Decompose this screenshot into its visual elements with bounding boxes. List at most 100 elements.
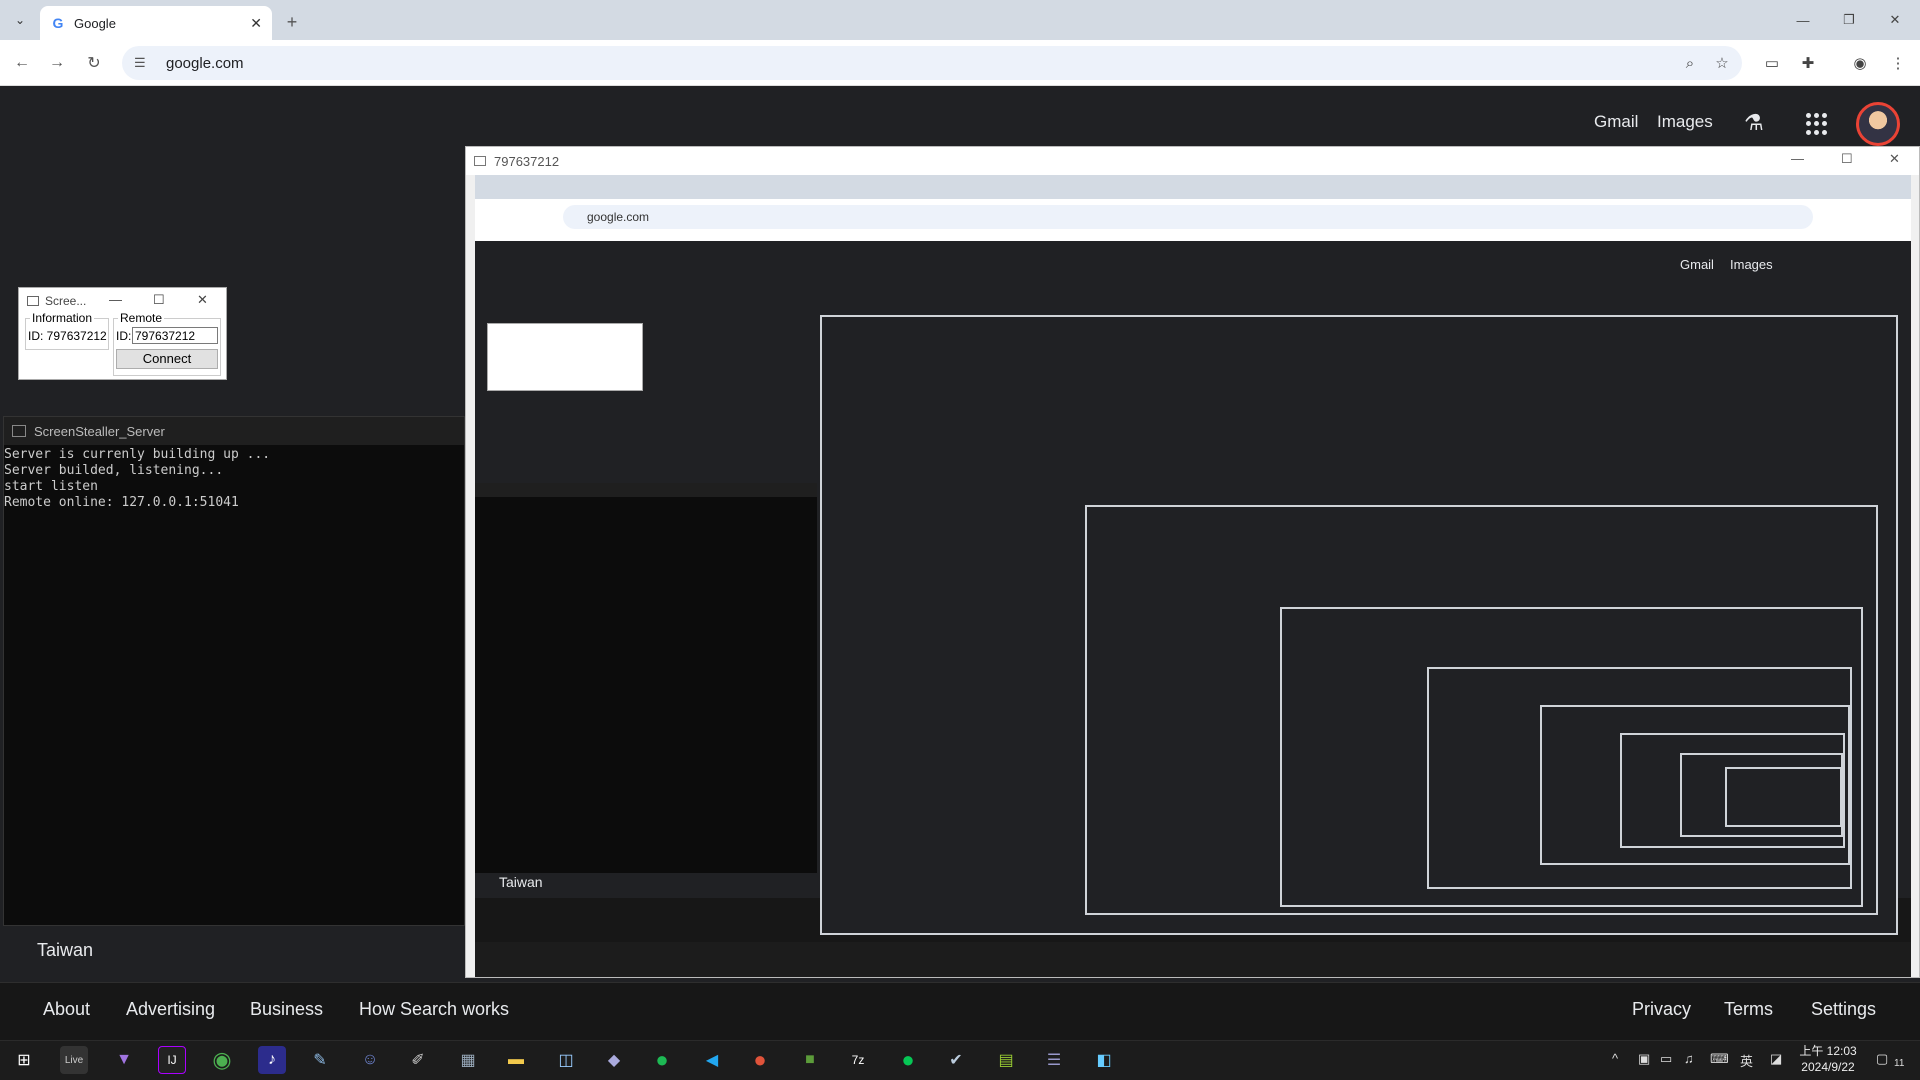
steam-icon[interactable]: ✔ [942,1046,970,1074]
music-icon[interactable]: ♪ [258,1046,286,1074]
new-tab-button[interactable]: + [280,10,304,34]
notepad-plus-icon[interactable]: ▤ [992,1046,1020,1074]
remote-screen-capture[interactable]: google.com Gmail Images Taiwan [475,175,1911,977]
address-bar[interactable]: ☰ google.com [122,46,1742,80]
cast-icon[interactable]: ▭ [1760,51,1784,75]
information-id: ID: 797637212 [28,329,107,343]
notification-center-icon[interactable]: ▢ [1876,1051,1888,1067]
images-link[interactable]: Images [1657,112,1713,132]
labs-flask-icon[interactable]: ⚗ [1744,110,1764,136]
ime-mode-icon[interactable]: ◪ [1770,1051,1782,1067]
vmware-icon[interactable]: ☰ [1040,1046,1068,1074]
keyboard-icon[interactable]: ⌨ [1710,1051,1729,1067]
browser-tab[interactable]: G Google ✕ [40,6,272,40]
console-output: Server is currenly building up ... Serve… [4,445,464,511]
viewer-titlebar: 797637212 — ☐ ✕ [466,147,1919,175]
captured-address-bar: google.com [563,205,1813,229]
chrome-icon[interactable]: ◉ [208,1046,236,1074]
dialog-close-button[interactable]: ✕ [197,292,208,308]
restore-button[interactable]: ❐ [1826,8,1872,32]
extensions-icon[interactable]: ✚ [1796,51,1820,75]
captured-gmail-link: Gmail [1680,257,1714,272]
country-label: Taiwan [37,940,94,960]
information-label: Information [30,311,95,325]
connect-button[interactable]: Connect [116,349,218,369]
store-icon[interactable]: ◫ [552,1046,580,1074]
windows-start-icon[interactable]: ⊞ [10,1046,38,1074]
ime-indicator[interactable]: 英 [1740,1051,1753,1070]
remote-group: Remote ID: 797637212 Connect [113,311,221,376]
viewer-minimize-button[interactable]: — [1791,151,1804,166]
powerpoint-icon[interactable]: ● [746,1046,774,1074]
close-window-button[interactable]: ✕ [1872,8,1918,32]
vscode-icon[interactable]: ◀ [698,1046,726,1074]
spotify-icon[interactable]: ● [648,1046,676,1074]
network-icon[interactable]: ▭ [1660,1051,1672,1067]
profile-icon[interactable]: ◉ [1848,51,1872,75]
gmail-link[interactable]: Gmail [1594,112,1638,132]
zoom-icon[interactable]: ⌕ [1678,51,1702,75]
dialog-minimize-button[interactable]: — [109,292,122,307]
tab-search-button[interactable]: ⌄ [8,8,32,32]
captured-images-link: Images [1730,257,1773,272]
site-info-icon[interactable]: ☰ [134,55,156,71]
volume-icon[interactable]: ♫ [1684,1051,1694,1066]
live-icon[interactable]: Live [60,1046,88,1074]
dialog-maximize-button[interactable]: ☐ [153,292,165,308]
dialog-title: Scree... [45,294,87,308]
viewer-title: 797637212 [494,153,560,169]
console-line: start listen [4,479,98,494]
clock-time: 上午 12:03 [1799,1044,1857,1058]
back-icon[interactable]: ← [10,51,34,75]
paint-icon[interactable]: ✎ [306,1046,334,1074]
footer-settings-link[interactable]: Settings [1811,999,1876,1020]
7zip-icon[interactable]: 7z [844,1046,872,1074]
minimize-button[interactable]: — [1780,8,1826,32]
menu-kebab-icon[interactable]: ⋮ [1886,51,1910,75]
remote-id-input[interactable]: 797637212 [132,327,218,344]
notification-count: 11 [1894,1058,1905,1069]
tab-close-icon[interactable]: ✕ [250,15,262,32]
footer-business-link[interactable]: Business [250,999,323,1020]
viewer-maximize-button[interactable]: ☐ [1841,151,1853,167]
console-titlebar: ScreenStealler_Server [4,417,464,445]
footer-about-link[interactable]: About [43,999,90,1020]
tray-overflow-icon[interactable]: ^ [1612,1051,1618,1066]
footer-terms-link[interactable]: Terms [1724,999,1773,1020]
account-avatar[interactable] [1856,102,1900,146]
tab-title: Google [74,15,116,31]
forward-icon[interactable]: → [45,51,69,75]
intellij-icon[interactable]: IJ [158,1046,186,1074]
console-line: Server is currenly building up ... [4,447,271,462]
captured-console [475,483,817,873]
footer-privacy-link[interactable]: Privacy [1632,999,1691,1020]
remote-desktop-icon[interactable]: ◧ [1090,1046,1118,1074]
footer-how-search-works-link[interactable]: How Search works [359,999,509,1020]
discord-icon[interactable]: ☺ [356,1046,384,1074]
remote-id-label: ID: [116,329,132,343]
line-icon[interactable]: ● [894,1046,922,1074]
remote-label: Remote [118,311,165,325]
notepad-icon[interactable]: ✐ [404,1046,432,1074]
footer-advertising-link[interactable]: Advertising [126,999,215,1020]
scanner-icon[interactable]: ◆ [600,1046,628,1074]
remote-viewer-window: 797637212 — ☐ ✕ google.com Gmail Images … [465,146,1920,978]
viewer-close-button[interactable]: ✕ [1889,151,1900,167]
visual-studio-icon[interactable]: ▼ [110,1046,138,1074]
google-favicon-icon: G [52,15,64,31]
minecraft-icon[interactable]: ■ [796,1046,824,1074]
taskbar-clock[interactable]: 上午 12:03 2024/9/22 [1798,1043,1858,1075]
bookmark-star-icon[interactable]: ☆ [1710,51,1734,75]
tray-app-icon[interactable]: ▣ [1638,1051,1650,1067]
screen-client-dialog: Scree... — ☐ ✕ Information ID: 797637212… [18,287,227,380]
google-apps-icon[interactable] [1806,113,1828,135]
calculator-icon[interactable]: ▦ [454,1046,482,1074]
console-line: Server builded, listening... [4,463,224,478]
captured-dialog [487,323,643,391]
captured-country: Taiwan [499,874,543,890]
console-line: Remote online: 127.0.0.1:51041 [4,495,239,510]
console-app-icon [12,425,26,437]
reload-icon[interactable]: ↻ [82,51,106,75]
files-icon[interactable]: ▬ [502,1046,530,1074]
app-icon [27,296,39,306]
